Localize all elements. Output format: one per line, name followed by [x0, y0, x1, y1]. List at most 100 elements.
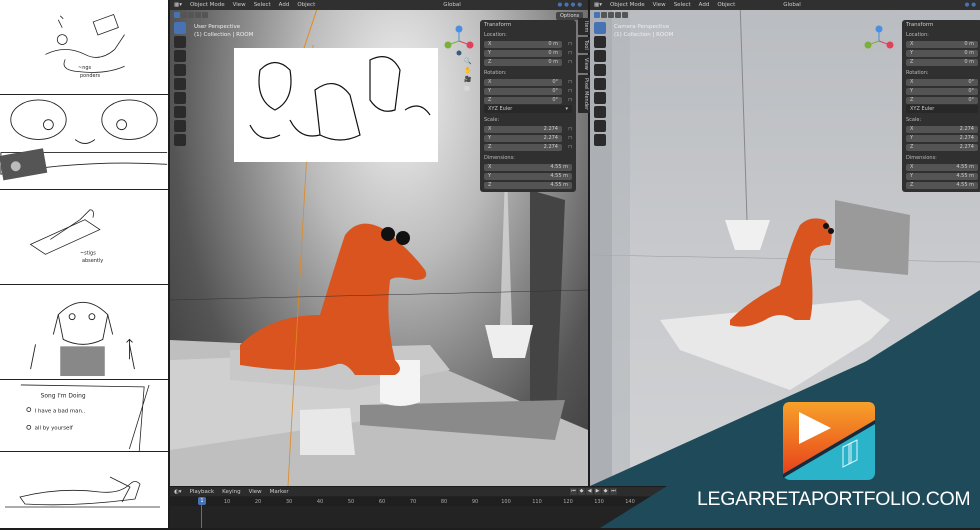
rotate-tool-icon[interactable]	[594, 64, 606, 76]
rotation-mode-dropdown[interactable]: XYZ Euler	[906, 105, 978, 113]
menu-playback[interactable]: Playback	[190, 489, 215, 495]
next-key-icon: ◆	[602, 488, 609, 495]
menu-object[interactable]: Object	[297, 2, 315, 8]
rotation-y: Y 0° ⊓	[484, 87, 572, 95]
frame-tick: 130	[594, 499, 604, 505]
viewport-info: User Perspective (1) Collection | ROOM	[194, 23, 253, 39]
svg-text:~stigs: ~stigs	[80, 250, 96, 256]
location-z: Z0 m	[906, 58, 978, 66]
transform-title[interactable]: Transform	[484, 22, 572, 28]
menu-marker[interactable]: Marker	[270, 489, 289, 495]
select-mode-buttons[interactable]	[174, 12, 208, 18]
rotation-label: Rotation:	[906, 70, 929, 76]
menu-add[interactable]: Add	[279, 2, 290, 8]
editor-type-icon[interactable]: ▦▾	[594, 2, 602, 8]
storyboard-note: I have a bad man..	[35, 409, 86, 415]
frame-tick: 90	[471, 499, 479, 505]
ortho-grid-icon: ▦	[464, 85, 470, 92]
menu-object[interactable]: Object	[717, 2, 735, 8]
menu-select[interactable]: Select	[674, 2, 691, 8]
rotation-z: Z 0° ⊓	[484, 96, 572, 104]
jump-end-icon: ⏭	[610, 488, 617, 495]
menu-view[interactable]: View	[653, 2, 666, 8]
menu-add[interactable]: Add	[699, 2, 710, 8]
jump-start-icon: ⏮	[570, 488, 577, 495]
viewport-nav-buttons[interactable]: 🔍 ✋ 🎥 ▦	[464, 58, 471, 92]
rotate-tool-icon[interactable]	[174, 64, 186, 76]
location-label: Location:	[906, 32, 929, 38]
transform-tool-icon[interactable]	[594, 92, 606, 104]
svg-text:~ngs: ~ngs	[78, 65, 91, 71]
toolbar[interactable]	[174, 22, 186, 146]
perspective-label: User Perspective	[194, 24, 241, 30]
frame-tick: 30	[285, 499, 293, 505]
menu-keying[interactable]: Keying	[222, 489, 240, 495]
viewport-info: Camera Perspective (1) Collection | ROOM	[614, 23, 673, 39]
navigation-gizmo[interactable]	[862, 24, 896, 58]
select-tool-icon[interactable]	[594, 22, 606, 34]
editor-type-icon[interactable]: ▦▾	[174, 2, 182, 8]
add-cube-tool-icon[interactable]	[594, 134, 606, 146]
move-tool-icon[interactable]	[594, 50, 606, 62]
lock-icon[interactable]: ⊓	[562, 79, 572, 85]
current-frame-indicator[interactable]: 1	[198, 497, 206, 505]
storyboard-panel-1: ~ngs ponders	[0, 0, 168, 95]
cursor-tool-icon[interactable]	[174, 36, 186, 48]
scale-tool-icon[interactable]	[174, 78, 186, 90]
transform-panel: Transform Location: X0 m Y0 m Z0 m Rotat…	[902, 20, 980, 192]
timeline-editor-icon[interactable]: ◐▾	[174, 489, 182, 495]
transform-tool-icon[interactable]	[174, 92, 186, 104]
add-cube-tool-icon[interactable]	[174, 134, 186, 146]
frame-tick: 60	[378, 499, 386, 505]
lock-icon[interactable]: ⊓	[562, 135, 572, 141]
dimension-x: X 4.55 m	[906, 163, 978, 171]
tab-view[interactable]: View	[578, 55, 590, 73]
move-tool-icon[interactable]	[174, 50, 186, 62]
frame-tick: 100	[501, 499, 511, 505]
dimension-y: Y 4.55 m	[484, 172, 572, 180]
annotate-tool-icon[interactable]	[174, 106, 186, 118]
lock-icon[interactable]: ⊓	[562, 59, 572, 65]
rotation-x: X 0° ⊓	[484, 78, 572, 86]
rotation-label: Rotation:	[484, 70, 507, 76]
menu-view[interactable]: View	[233, 2, 246, 8]
tab-item[interactable]: Item	[578, 18, 590, 36]
select-mode-buttons[interactable]	[594, 12, 628, 18]
navigation-gizmo[interactable]	[442, 24, 476, 58]
storyboard-panel-3: ~stigs absently	[0, 190, 168, 285]
lock-icon[interactable]: ⊓	[562, 97, 572, 103]
menu-select[interactable]: Select	[254, 2, 271, 8]
shading-buttons[interactable]: ● ● ● ●	[558, 2, 582, 8]
playback-controls[interactable]: ⏮ ◆ ◀ ▶ ◆ ⏭	[570, 488, 617, 495]
lock-icon[interactable]: ⊓	[562, 126, 572, 132]
rotation-mode-dropdown[interactable]: XYZ Euler ▾	[484, 105, 572, 113]
lock-icon[interactable]: ⊓	[562, 144, 572, 150]
viewport-user-perspective[interactable]: ▦▾ Object Mode View Select Add Object Gl…	[170, 0, 588, 486]
shading-buttons[interactable]: ● ●	[965, 2, 976, 8]
scale-tool-icon[interactable]	[594, 78, 606, 90]
measure-tool-icon[interactable]	[174, 120, 186, 132]
lock-icon[interactable]: ⊓	[562, 88, 572, 94]
mode-dropdown[interactable]: Object Mode	[190, 2, 225, 8]
orientation-dropdown[interactable]: Global	[783, 2, 801, 8]
tab-tool[interactable]: Tool	[578, 37, 590, 54]
select-tool-icon[interactable]	[174, 22, 186, 34]
lock-icon[interactable]: ⊓	[562, 41, 572, 47]
sidebar-tabs: Item Tool View Pixel Mender	[578, 18, 590, 114]
transform-title[interactable]: Transform	[906, 22, 978, 28]
tab-pixel-mender[interactable]: Pixel Mender	[578, 74, 590, 114]
location-y: Y0 m ⊓	[484, 49, 572, 57]
cursor-tool-icon[interactable]	[594, 36, 606, 48]
scale-label: Scale:	[906, 117, 922, 123]
measure-tool-icon[interactable]	[594, 120, 606, 132]
brand-url: LEGARRETAPORTFOLIO.COM	[697, 488, 971, 510]
mode-dropdown[interactable]: Object Mode	[610, 2, 645, 8]
frame-tick: 40	[316, 499, 324, 505]
scale-y: Y 2.274	[906, 134, 978, 142]
annotate-tool-icon[interactable]	[594, 106, 606, 118]
menu-view[interactable]: View	[249, 489, 262, 495]
orientation-dropdown[interactable]: Global	[443, 2, 461, 8]
lock-icon[interactable]: ⊓	[562, 50, 572, 56]
storyboard-panel-4	[0, 285, 168, 380]
toolbar[interactable]	[594, 22, 606, 146]
